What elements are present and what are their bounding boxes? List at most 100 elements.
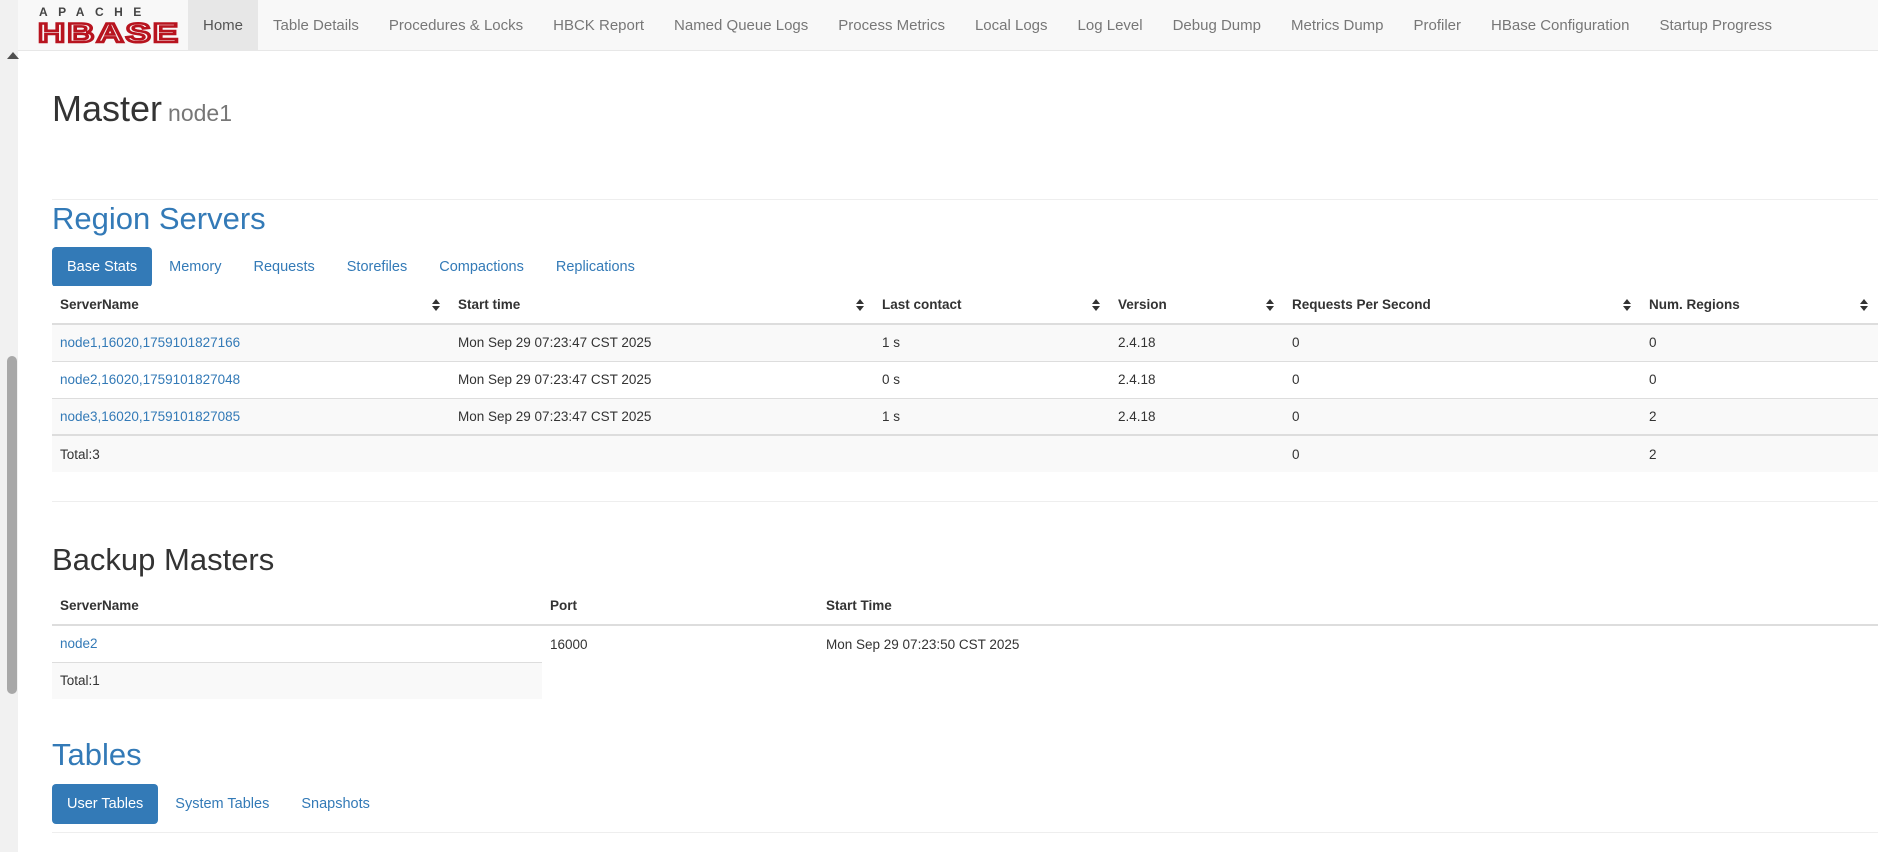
- tab-storefiles[interactable]: Storefiles: [332, 247, 422, 287]
- total-requests: 0: [1284, 434, 1641, 472]
- svg-text:HBASE: HBASE: [38, 18, 180, 45]
- scrollbar-thumb[interactable]: [7, 356, 17, 694]
- col-requests-label: Requests Per Second: [1292, 297, 1431, 312]
- start-time-cell: Mon Sep 29 07:23:50 CST 2025: [818, 624, 1878, 662]
- col-start-time-label: Start time: [458, 297, 521, 312]
- nav-hbase-configuration[interactable]: HBase Configuration: [1476, 0, 1644, 50]
- server-name-cell: node3,16020,1759101827085: [52, 397, 450, 435]
- page-title: Master node1: [52, 89, 232, 133]
- server-name-cell: node2,16020,1759101827048: [52, 360, 450, 398]
- col-port: Port: [542, 587, 818, 626]
- tab-user-tables[interactable]: User Tables: [52, 784, 159, 824]
- page-scrollbar[interactable]: [0, 0, 19, 852]
- total-empty: [542, 662, 818, 699]
- nav-named-queue-logs[interactable]: Named Queue Logs: [659, 0, 823, 50]
- sort-icon: [1092, 299, 1100, 311]
- col-servername[interactable]: ServerName: [52, 286, 450, 325]
- table-header-row: ServerName Port Start Time: [52, 587, 1878, 626]
- col-num-regions-label: Num. Regions: [1649, 297, 1740, 312]
- last-contact-cell: 1 s: [874, 397, 1110, 435]
- top-navbar: APACHE HBASE Home Table Details Procedur…: [18, 0, 1878, 51]
- scroll-up-arrow-icon[interactable]: [7, 52, 19, 59]
- col-last-contact[interactable]: Last contact: [874, 286, 1110, 325]
- nav-startup-progress[interactable]: Startup Progress: [1644, 0, 1787, 50]
- nav-metrics-dump[interactable]: Metrics Dump: [1276, 0, 1399, 50]
- total-row: Total:1: [52, 661, 1878, 699]
- start-time-cell: Mon Sep 29 07:23:47 CST 2025: [450, 323, 874, 361]
- tables-tabs: User Tables System Tables Snapshots: [52, 784, 385, 824]
- col-start-time[interactable]: Start time: [450, 286, 874, 325]
- backup-masters-table: ServerName Port Start Time node2 16000 M…: [52, 587, 1878, 699]
- tab-base-stats[interactable]: Base Stats: [52, 247, 153, 287]
- version-cell: 2.4.18: [1110, 397, 1284, 435]
- nav-process-metrics[interactable]: Process Metrics: [823, 0, 960, 50]
- nav-log-level[interactable]: Log Level: [1063, 0, 1158, 50]
- sort-icon: [1623, 299, 1631, 311]
- apache-hbase-logo[interactable]: APACHE HBASE: [37, 5, 193, 45]
- total-label: Total:3: [52, 434, 450, 472]
- nav-profiler[interactable]: Profiler: [1399, 0, 1477, 50]
- nav-table-details[interactable]: Table Details: [258, 0, 374, 50]
- regions-cell: 2: [1641, 397, 1878, 435]
- col-num-regions[interactable]: Num. Regions: [1641, 286, 1878, 325]
- table-row: node2,16020,1759101827048 Mon Sep 29 07:…: [52, 360, 1878, 398]
- col-version[interactable]: Version: [1110, 286, 1284, 325]
- requests-cell: 0: [1284, 397, 1641, 435]
- table-header-row: ServerName Start time Last contact Versi…: [52, 286, 1878, 325]
- sort-icon: [432, 299, 440, 311]
- tab-snapshots[interactable]: Snapshots: [286, 784, 385, 824]
- server-link[interactable]: node3,16020,1759101827085: [60, 409, 240, 424]
- version-cell: 2.4.18: [1110, 360, 1284, 398]
- last-contact-cell: 0 s: [874, 360, 1110, 398]
- region-servers-title[interactable]: Region Servers: [52, 201, 266, 237]
- server-link[interactable]: node1,16020,1759101827166: [60, 335, 240, 350]
- nav-procedures-locks[interactable]: Procedures & Locks: [374, 0, 538, 50]
- page-title-text: Master: [52, 88, 163, 129]
- regions-cell: 0: [1641, 323, 1878, 361]
- total-row: Total:3 0 2: [52, 434, 1878, 472]
- tab-compactions[interactable]: Compactions: [424, 247, 539, 287]
- nav-local-logs[interactable]: Local Logs: [960, 0, 1063, 50]
- total-empty: [818, 662, 1878, 699]
- svg-text:APACHE: APACHE: [39, 5, 152, 19]
- col-servername-label: ServerName: [60, 297, 139, 312]
- section-divider: [52, 501, 1878, 502]
- requests-cell: 0: [1284, 323, 1641, 361]
- tab-system-tables[interactable]: System Tables: [160, 784, 284, 824]
- table-row: node1,16020,1759101827166 Mon Sep 29 07:…: [52, 323, 1878, 361]
- tab-memory[interactable]: Memory: [154, 247, 236, 287]
- tab-replications[interactable]: Replications: [541, 247, 650, 287]
- server-name-cell: node2: [52, 624, 542, 662]
- main-nav: Home Table Details Procedures & Locks HB…: [188, 0, 1787, 50]
- col-version-label: Version: [1118, 297, 1167, 312]
- tables-title[interactable]: Tables: [52, 737, 142, 773]
- last-contact-cell: 1 s: [874, 323, 1110, 361]
- start-time-cell: Mon Sep 29 07:23:47 CST 2025: [450, 397, 874, 435]
- table-row: node2 16000 Mon Sep 29 07:23:50 CST 2025: [52, 624, 1878, 662]
- port-cell: 16000: [542, 624, 818, 662]
- sort-icon: [1860, 299, 1868, 311]
- total-empty: [1110, 434, 1284, 472]
- nav-home[interactable]: Home: [188, 0, 259, 50]
- tab-requests[interactable]: Requests: [239, 247, 330, 287]
- server-link[interactable]: node2,16020,1759101827048: [60, 372, 240, 387]
- server-link[interactable]: node2: [60, 636, 98, 651]
- col-start-time: Start Time: [818, 587, 1878, 626]
- total-empty: [450, 434, 874, 472]
- tabs-underline: [52, 832, 1878, 833]
- region-servers-table: ServerName Start time Last contact Versi…: [52, 286, 1878, 472]
- total-regions: 2: [1641, 434, 1878, 472]
- table-row: node3,16020,1759101827085 Mon Sep 29 07:…: [52, 397, 1878, 435]
- start-time-cell: Mon Sep 29 07:23:47 CST 2025: [450, 360, 874, 398]
- nav-hbck-report[interactable]: HBCK Report: [538, 0, 659, 50]
- col-requests-per-second[interactable]: Requests Per Second: [1284, 286, 1641, 325]
- version-cell: 2.4.18: [1110, 323, 1284, 361]
- nav-debug-dump[interactable]: Debug Dump: [1158, 0, 1276, 50]
- region-servers-tabs: Base Stats Memory Requests Storefiles Co…: [52, 247, 650, 287]
- regions-cell: 0: [1641, 360, 1878, 398]
- page-header: Master node1: [52, 89, 1878, 200]
- server-name-cell: node1,16020,1759101827166: [52, 323, 450, 361]
- total-label: Total:1: [52, 661, 542, 699]
- sort-icon: [856, 299, 864, 311]
- backup-masters-title: Backup Masters: [52, 542, 275, 577]
